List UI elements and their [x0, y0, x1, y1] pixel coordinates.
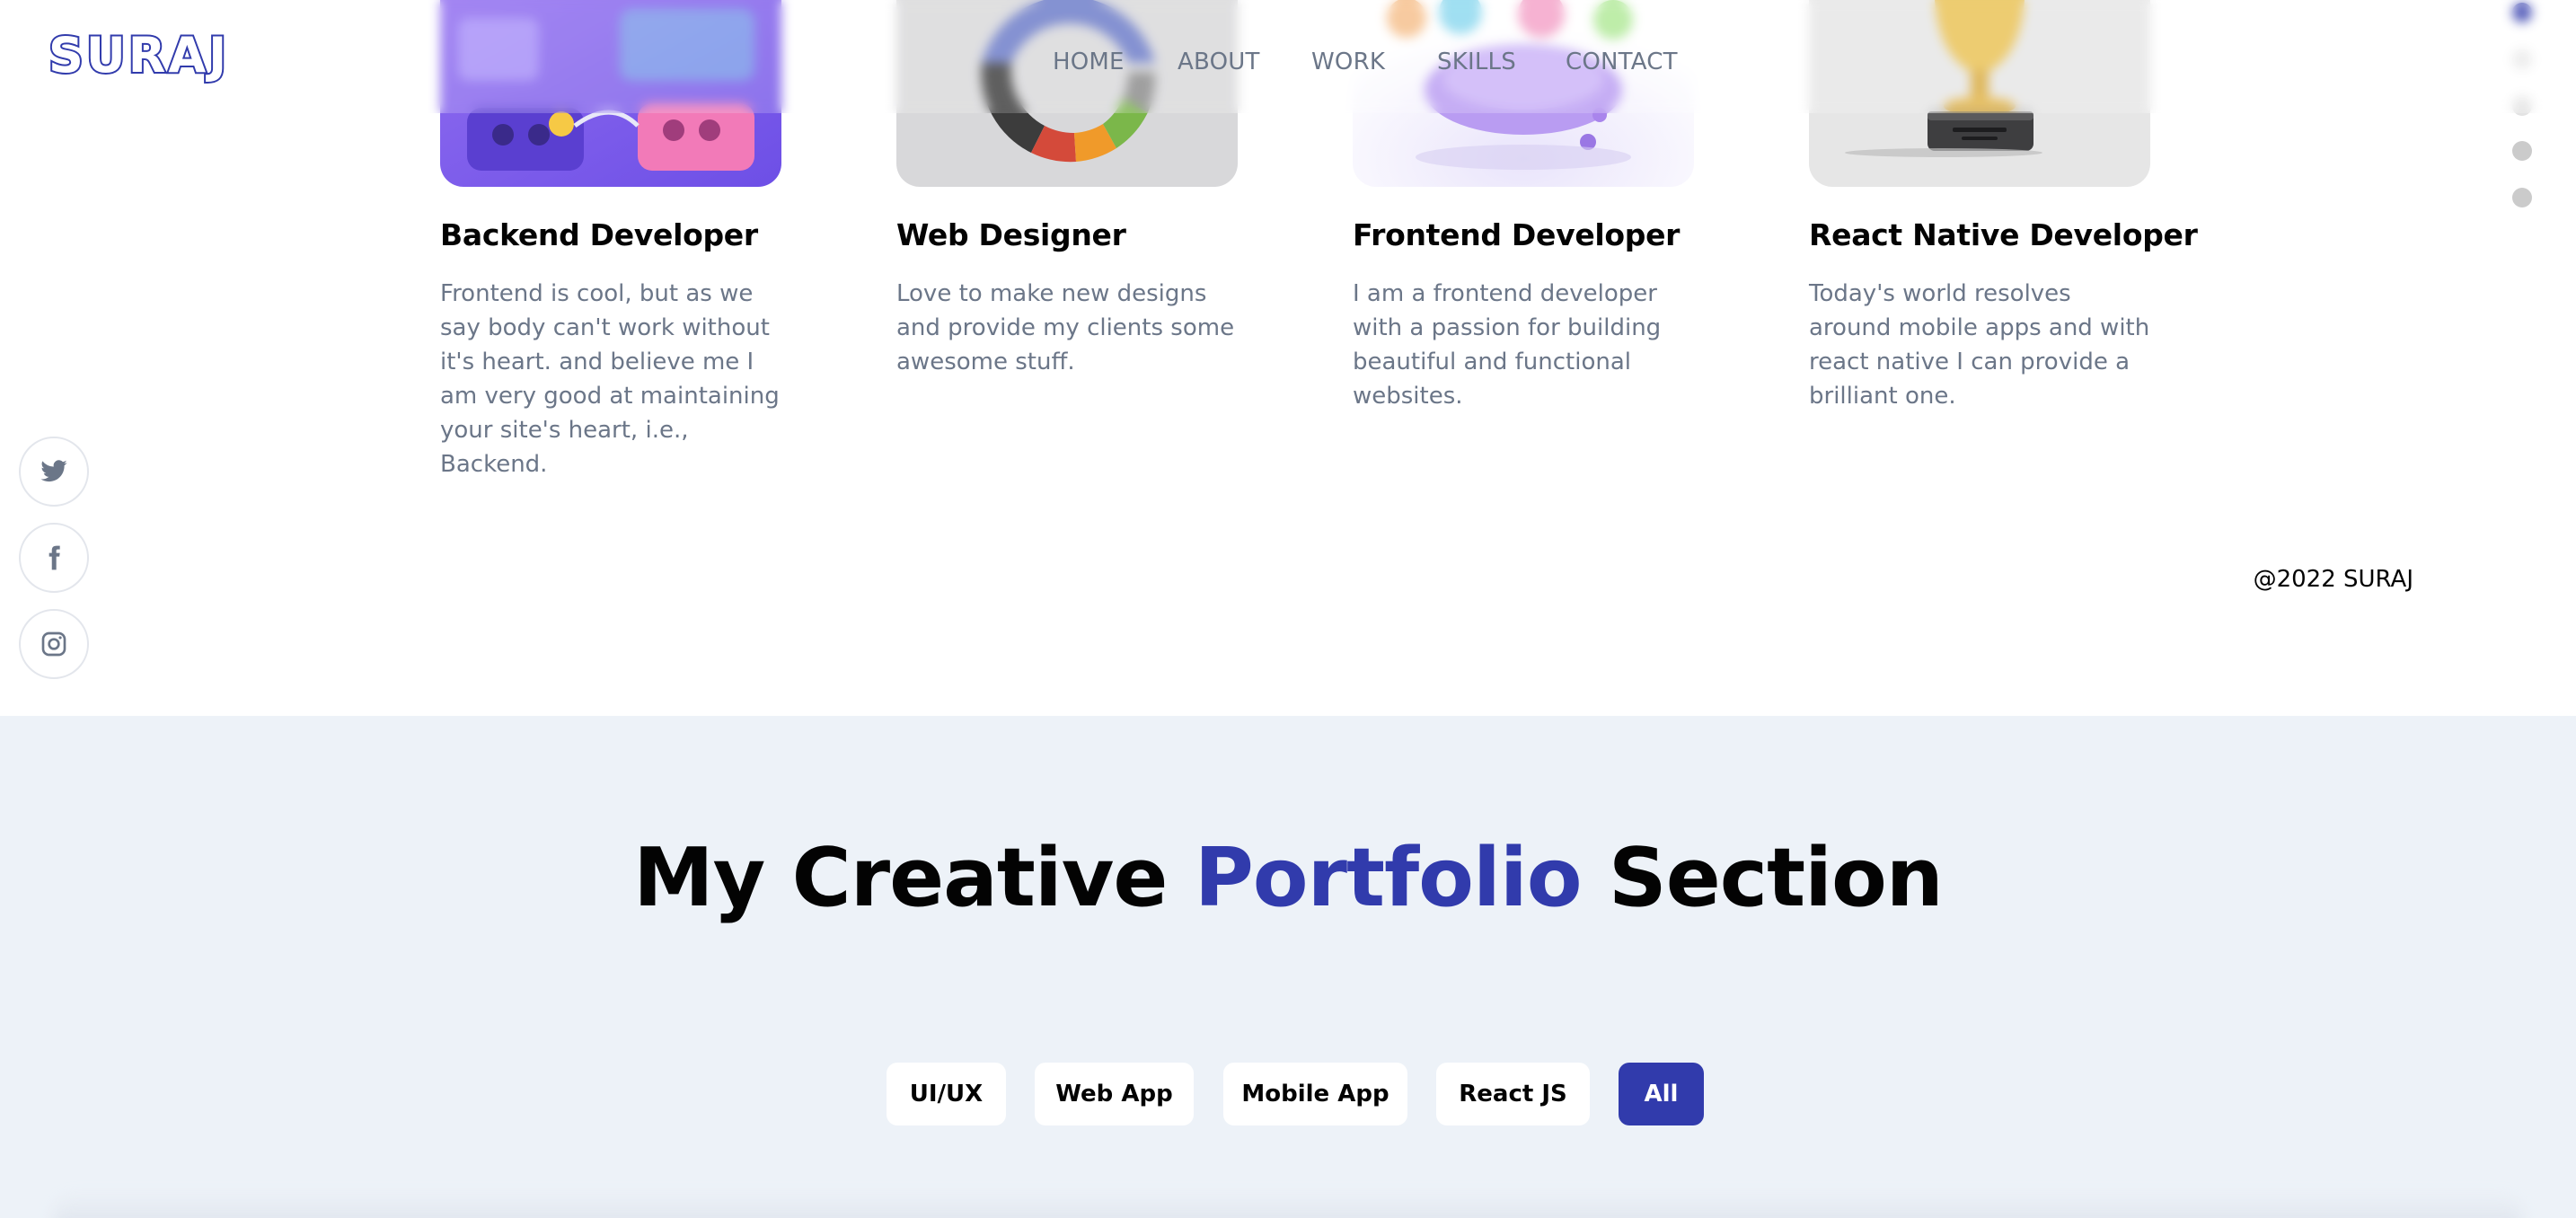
instagram-button[interactable] [19, 609, 89, 679]
portfolio-heading-accent: Portfolio [1194, 831, 1583, 925]
skill-card-title: Frontend Developer [1353, 217, 1681, 252]
logo[interactable]: SURAJ [47, 23, 229, 88]
nav-link-about[interactable]: ABOUT [1178, 49, 1260, 75]
filter-button-ui-ux[interactable]: UI/UX [887, 1063, 1006, 1125]
section-dot-5[interactable] [2512, 188, 2532, 207]
filter-button-all[interactable]: All [1619, 1063, 1704, 1125]
filter-button-react-js[interactable]: React JS [1436, 1063, 1590, 1125]
navbar: SURAJ HOME ABOUT WORK SKILLS CONTACT [0, 0, 2576, 113]
skill-card-description: Frontend is cool, but as we say body can… [440, 280, 780, 478]
skill-card-title: React Native Developer [1809, 217, 2198, 252]
skill-card-description: Love to make new designs and provide my … [896, 280, 1235, 375]
skill-card-title: Web Designer [896, 217, 1126, 252]
section-dot-4[interactable] [2512, 141, 2532, 161]
portfolio-heading-end: Section [1608, 831, 1944, 925]
filter-button-web-app[interactable]: Web App [1035, 1063, 1194, 1125]
nav-link-home[interactable]: HOME [1053, 49, 1125, 75]
portfolio-items-shadow [54, 1192, 2522, 1218]
nav-link-work[interactable]: WORK [1311, 49, 1385, 75]
skill-card-description: I am a frontend developer with a passion… [1353, 280, 1662, 410]
skill-card-description: Today's world resolves around mobile app… [1809, 280, 2150, 410]
nav-link-contact[interactable]: CONTACT [1566, 49, 1678, 75]
facebook-icon [49, 545, 60, 570]
copyright-text: @2022 SURAJ [2253, 566, 2413, 593]
nav-link-skills[interactable]: SKILLS [1437, 49, 1516, 75]
portfolio-heading-start: My Creative [633, 831, 1168, 925]
facebook-button[interactable] [19, 523, 89, 593]
twitter-button[interactable] [19, 437, 89, 507]
skill-card-title: Backend Developer [440, 217, 758, 252]
twitter-icon [40, 460, 67, 482]
filter-button-mobile-app[interactable]: Mobile App [1223, 1063, 1407, 1125]
portfolio-heading: My Creative Portfolio Section [0, 831, 2576, 925]
page: SURAJ HOME ABOUT WORK SKILLS CONTACT Bac… [0, 0, 2576, 1218]
portfolio-section: My Creative Portfolio Section UI/UX Web … [0, 716, 2576, 1218]
instagram-icon [41, 631, 66, 657]
